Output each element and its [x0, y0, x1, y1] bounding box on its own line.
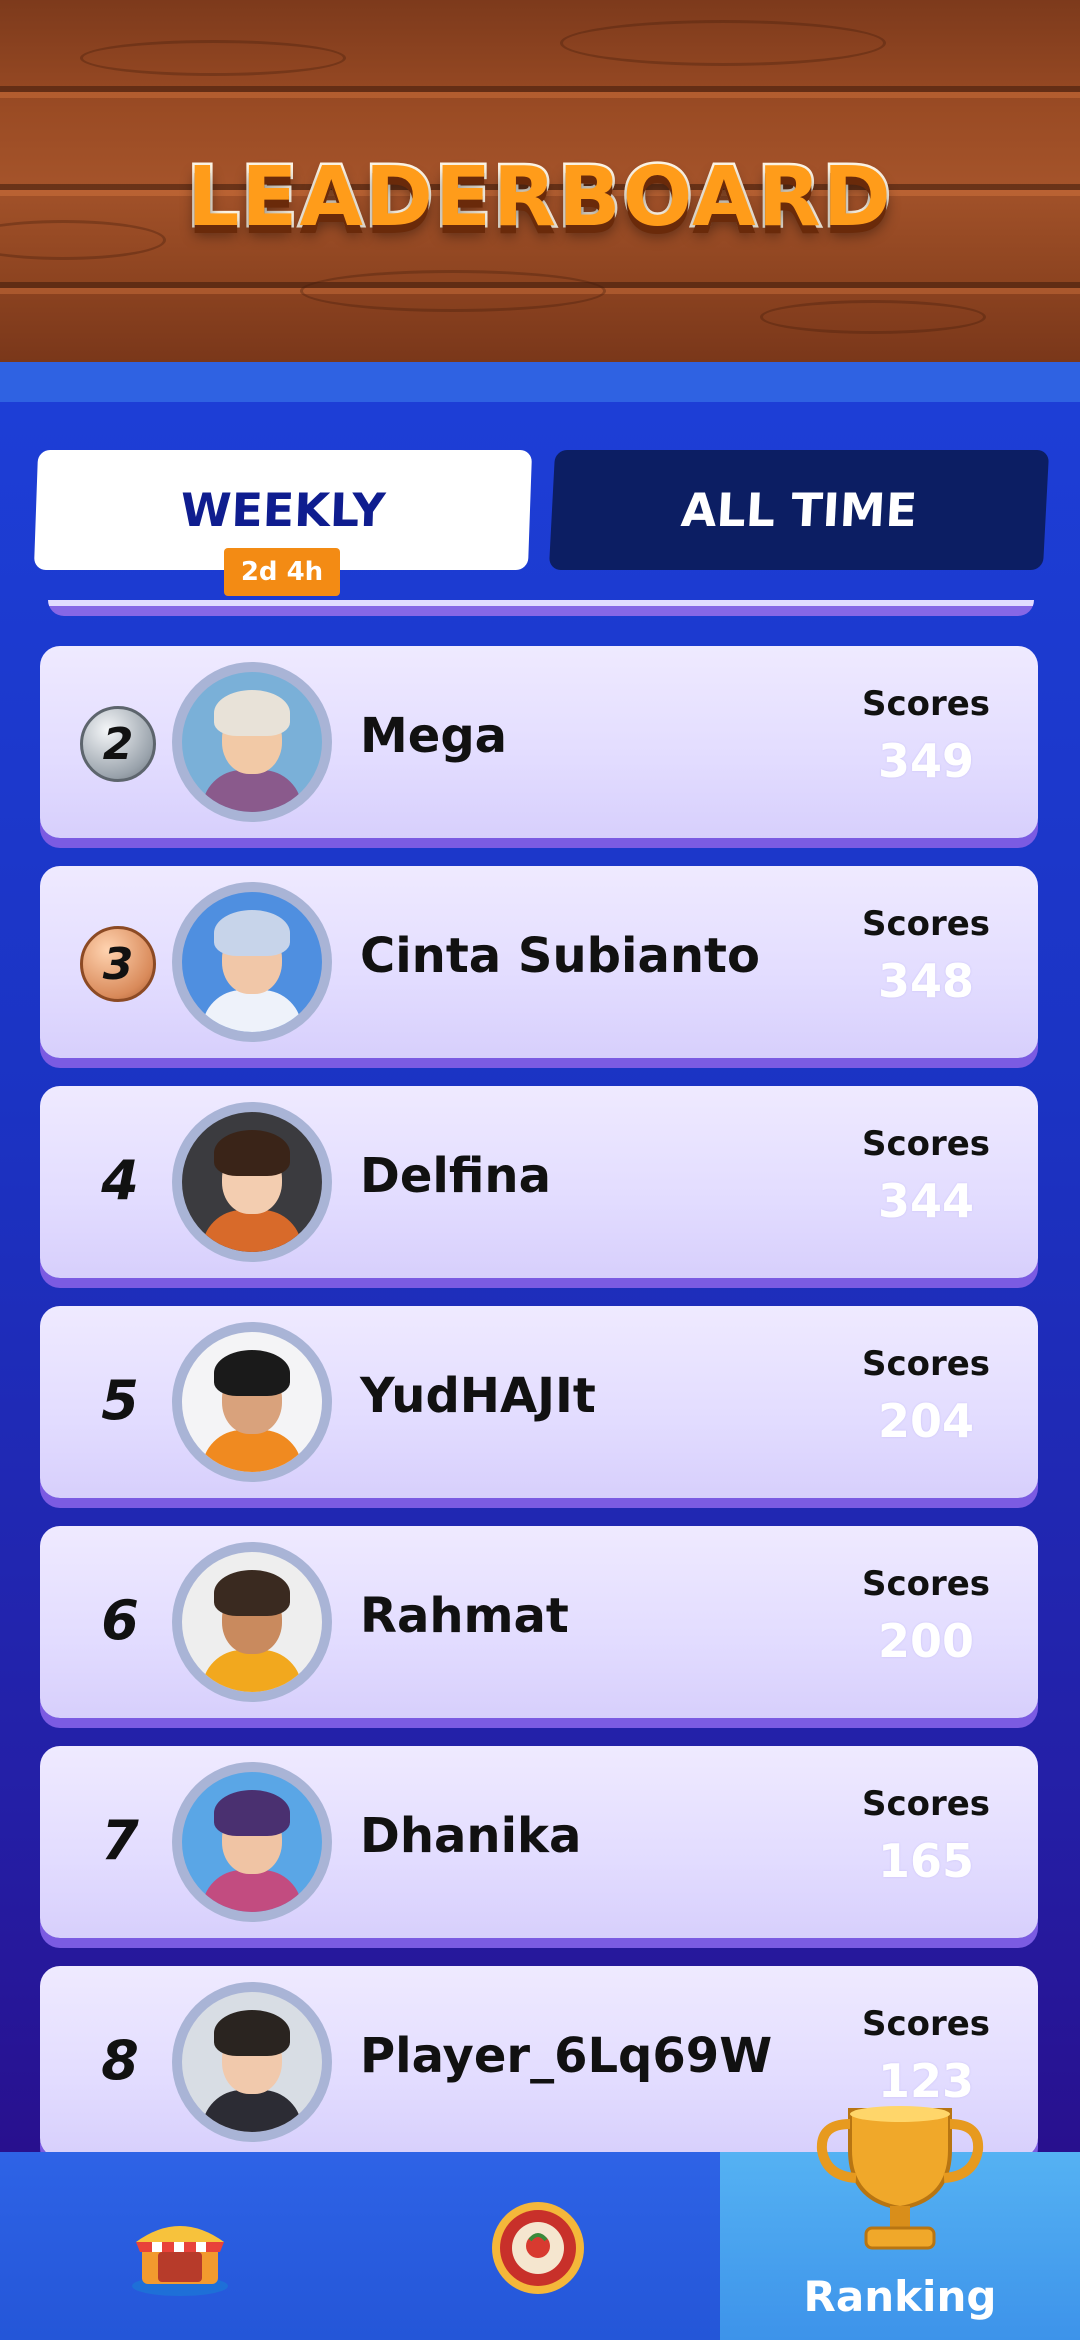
player-name: Mega [360, 708, 508, 764]
rank-number: 5 [101, 1368, 139, 1432]
score-value: 204 [877, 1394, 975, 1448]
player-name: Delfina [360, 1148, 551, 1204]
trophy-icon [810, 2090, 990, 2270]
nav-label-ranking: Ranking [803, 2272, 997, 2321]
wood-grain [80, 40, 346, 76]
wood-grain [300, 270, 606, 312]
score-value: 200 [877, 1614, 975, 1668]
avatar [172, 1322, 332, 1482]
tab-all-time-label: ALL TIME [679, 483, 919, 537]
rank-number: 4 [101, 1148, 139, 1212]
player-name: YudHAJIt [360, 1368, 596, 1424]
avatar [172, 1982, 332, 2142]
avatar [172, 662, 332, 822]
leaderboard-row[interactable]: 6 Rahmat Scores 200 [40, 1526, 1038, 1718]
score-value: 165 [877, 1834, 975, 1888]
player-name: Rahmat [360, 1588, 569, 1644]
leaderboard-row[interactable]: 7 Dhanika Scores 165 [40, 1746, 1038, 1938]
score-value: 349 [877, 734, 975, 788]
header-divider [0, 362, 1080, 402]
score-label: Scores [861, 684, 991, 724]
avatar [172, 1542, 332, 1702]
weekly-timer-badge: 2d 4h [224, 548, 340, 596]
shop-icon[interactable] [128, 2200, 232, 2296]
avatar [172, 882, 332, 1042]
pizza-icon[interactable] [490, 2200, 586, 2296]
score-value: 348 [877, 954, 975, 1008]
wood-grain [760, 300, 986, 334]
tab-weekly-label: WEEKLY [179, 483, 387, 537]
player-name: Cinta Subianto [360, 928, 760, 984]
rank-number: 7 [101, 1808, 139, 1872]
score-label: Scores [861, 1784, 991, 1824]
silver-medal-icon: 2 [80, 706, 156, 782]
rank-number: 8 [101, 2028, 139, 2092]
leaderboard-row[interactable]: 4 Delfina Scores 344 [40, 1086, 1038, 1278]
page-title: LEADERBOARD [185, 148, 894, 248]
score-label: Scores [861, 2004, 991, 2044]
score-label: Scores [861, 904, 991, 944]
leaderboard-row[interactable]: 3 Cinta Subianto Scores 348 [40, 866, 1038, 1058]
header-wood-banner: LEADERBOARD [0, 0, 1080, 362]
leaderboard-row[interactable]: 5 YudHAJIt Scores 204 [40, 1306, 1038, 1498]
score-value: 344 [877, 1174, 975, 1228]
score-label: Scores [861, 1124, 991, 1164]
wood-grain [560, 20, 886, 66]
player-name: Player_6Lq69W [360, 2028, 773, 2084]
bronze-medal-icon: 3 [80, 926, 156, 1002]
leaderboard-row[interactable]: 2 Mega Scores 349 [40, 646, 1038, 838]
avatar [172, 1762, 332, 1922]
score-label: Scores [861, 1564, 991, 1604]
player-name: Dhanika [360, 1808, 582, 1864]
rank-number: 6 [101, 1588, 139, 1652]
rank-1-card-edge [48, 600, 1034, 616]
tab-all-time[interactable]: ALL TIME [548, 450, 1050, 570]
score-label: Scores [861, 1344, 991, 1384]
avatar [172, 1102, 332, 1262]
